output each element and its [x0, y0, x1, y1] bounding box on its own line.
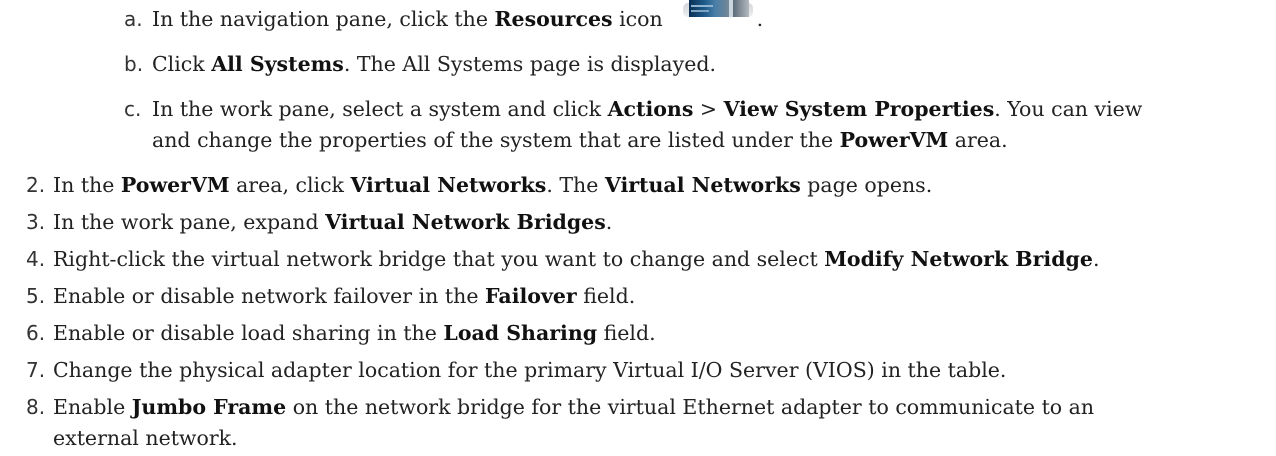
resources-icon — [681, 0, 757, 21]
text-run: icon — [612, 7, 663, 31]
step-marker: 2. — [26, 173, 46, 197]
text-run: . — [605, 210, 613, 234]
text-run: and change the properties of the system … — [152, 128, 840, 152]
substep-text: and change the properties of the system … — [152, 122, 1008, 158]
text-run: . The — [546, 173, 605, 197]
load-sharing-label: Load Sharing — [443, 321, 598, 345]
substep-marker: a. — [124, 7, 143, 31]
step-text: Enable or disable load sharing in the Lo… — [53, 315, 656, 351]
substep-a: a. In the navigation pane, click the Res… — [0, 0, 1276, 37]
text-run: on the network bridge for the virtual Et… — [286, 395, 1095, 419]
step-marker: 6. — [26, 321, 46, 345]
text-run: In the — [53, 173, 121, 197]
powervm-label: PowerVM — [839, 128, 949, 152]
substep-text: In the navigation pane, click the Resour… — [152, 0, 764, 37]
text-run: . The All Systems page is displayed. — [343, 52, 716, 76]
step-3: 3. In the work pane, expand Virtual Netw… — [0, 204, 1276, 240]
text-run: page opens. — [800, 173, 933, 197]
jumbo-frame-label: Jumbo Frame — [131, 395, 287, 419]
step-5: 5. Enable or disable network failover in… — [0, 278, 1276, 314]
failover-label: Failover — [484, 284, 577, 308]
text-run: area, click — [229, 173, 351, 197]
text-run: In the work pane, expand — [53, 210, 326, 234]
substep-text: Click All Systems. The All Systems page … — [152, 46, 716, 82]
step-8-continued: external network. — [0, 420, 1276, 456]
text-run: Enable or disable network failover in th… — [53, 284, 485, 308]
modify-network-bridge-label: Modify Network Bridge — [824, 247, 1093, 271]
virtual-networks-label: Virtual Networks — [604, 173, 801, 197]
text-run: In the navigation pane, click the — [152, 7, 495, 31]
step-text: Enable or disable network failover in th… — [53, 278, 635, 314]
virtual-network-bridges-label: Virtual Network Bridges — [325, 210, 606, 234]
step-marker: 7. — [26, 358, 46, 382]
substep-b: b. Click All Systems. The All Systems pa… — [0, 46, 1276, 82]
text-run: . — [756, 7, 764, 31]
text-run: In the work pane, select a system and cl… — [152, 97, 608, 121]
substep-marker: b. — [124, 52, 144, 76]
step-7: 7. Change the physical adapter location … — [0, 352, 1276, 388]
text-run: . — [1092, 247, 1100, 271]
text-run: . You can view — [994, 97, 1143, 121]
step-marker: 3. — [26, 210, 46, 234]
step-marker: 5. — [26, 284, 46, 308]
substep-c-continued: and change the properties of the system … — [0, 122, 1276, 158]
step-6: 6. Enable or disable load sharing in the… — [0, 315, 1276, 351]
step-4: 4. Right-click the virtual network bridg… — [0, 241, 1276, 277]
all-systems-label: All Systems — [211, 52, 344, 76]
step-marker: 4. — [26, 247, 46, 271]
text-run: Enable or disable load sharing in the — [53, 321, 444, 345]
virtual-networks-label: Virtual Networks — [350, 173, 547, 197]
text-run: Right-click the virtual network bridge t… — [53, 247, 825, 271]
step-text: In the work pane, expand Virtual Network… — [53, 204, 612, 240]
resources-label: Resources — [494, 7, 613, 31]
step-text: Right-click the virtual network bridge t… — [53, 241, 1099, 277]
step-text: In the PowerVM area, click Virtual Netwo… — [53, 167, 932, 203]
text-run: field. — [597, 321, 656, 345]
step-2: 2. In the PowerVM area, click Virtual Ne… — [0, 167, 1276, 203]
text-run: Enable — [53, 395, 132, 419]
text-run: > — [693, 97, 724, 121]
step-text: Change the physical adapter location for… — [53, 358, 1007, 382]
text-run: Click — [152, 52, 212, 76]
powervm-label: PowerVM — [120, 173, 230, 197]
view-system-properties-label: View System Properties — [723, 97, 995, 121]
actions-label: Actions — [607, 97, 694, 121]
text-run: area. — [948, 128, 1008, 152]
text-run: field. — [576, 284, 636, 308]
step-text: external network. — [53, 426, 238, 450]
